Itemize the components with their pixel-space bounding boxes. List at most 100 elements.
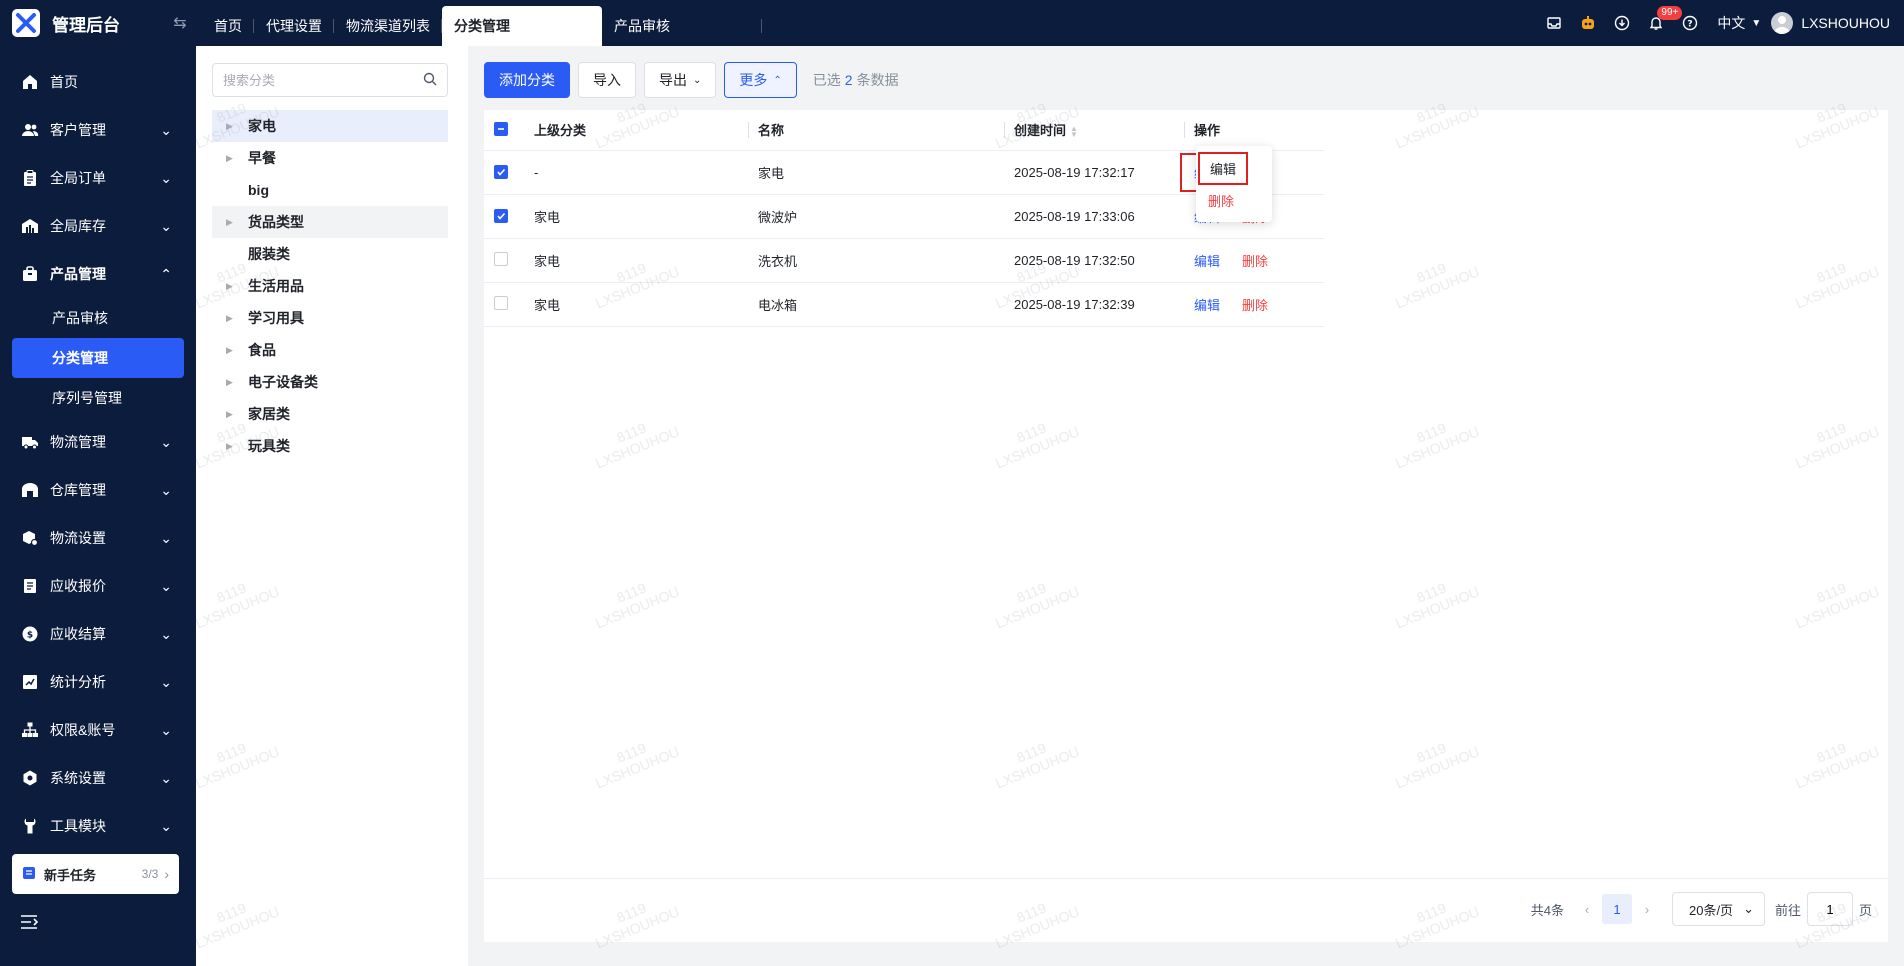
page-size-select[interactable]: 20条/页 ⌄ xyxy=(1671,892,1765,926)
help-icon[interactable]: ? xyxy=(1673,0,1707,46)
dropdown-edit-label: 编辑 xyxy=(1198,151,1249,185)
caret-right-icon[interactable]: ▶ xyxy=(226,345,238,356)
cell-name: 家电 xyxy=(748,150,1004,195)
sidebar-item-logistics-settings[interactable]: 物流设置 ⌄ xyxy=(0,514,196,562)
sort-icon[interactable]: ▲ ▼ xyxy=(1070,124,1078,138)
caret-right-icon[interactable]: ▶ xyxy=(226,217,238,228)
sidebar-item-receivable-quote[interactable]: 应收报价 ⌄ xyxy=(0,562,196,610)
row-checkbox[interactable] xyxy=(494,208,508,223)
tree-node[interactable]: ▶ 电子设备类 xyxy=(212,366,448,398)
dropdown-edit-item[interactable]: 编辑 xyxy=(1196,151,1272,185)
tree-node[interactable]: 服装类 xyxy=(212,238,448,270)
cell-actions: 编辑 删除 xyxy=(1184,238,1324,283)
tree-node[interactable]: ▶ 玩具类 xyxy=(212,430,448,462)
caret-right-icon[interactable]: ▶ xyxy=(226,441,238,452)
sidebar-item-products[interactable]: 产品管理 ⌃ xyxy=(0,250,196,298)
edit-link[interactable]: 编辑 xyxy=(1194,298,1220,313)
tree-node[interactable]: big xyxy=(212,174,448,206)
caret-right-icon[interactable]: ▶ xyxy=(226,121,238,132)
delete-link[interactable]: 删除 xyxy=(1242,254,1268,269)
sidebar-item-logistics[interactable]: 物流管理 ⌄ xyxy=(0,418,196,466)
sidebar-item-receivable-settlement[interactable]: $ 应收结算 ⌄ xyxy=(0,610,196,658)
import-button[interactable]: 导入 xyxy=(578,62,636,98)
coin-icon: $ xyxy=(20,624,40,644)
delete-link[interactable]: 删除 xyxy=(1242,298,1268,313)
page-number[interactable]: 1 xyxy=(1601,894,1632,924)
beginner-task-card[interactable]: 新手任务 3/3 › xyxy=(12,854,179,894)
inbox-icon[interactable] xyxy=(1537,0,1571,46)
menu-collapse-icon[interactable] xyxy=(20,914,39,933)
row-checkbox[interactable] xyxy=(494,251,508,266)
caret-right-icon[interactable]: ▶ xyxy=(226,153,238,164)
tab-logistics-channels[interactable]: 物流渠道列表 xyxy=(334,6,442,46)
edit-link[interactable]: 编辑 xyxy=(1194,254,1220,269)
caret-right-icon[interactable]: ▶ xyxy=(226,313,238,324)
sidebar-item-tools[interactable]: 工具模块 ⌄ xyxy=(0,802,196,850)
column-header-created[interactable]: 创建时间 ▲ ▼ xyxy=(1004,110,1184,151)
more-button[interactable]: 更多 ⌃ xyxy=(724,62,797,98)
row-checkbox[interactable] xyxy=(494,164,508,179)
bell-icon[interactable]: 99+ xyxy=(1639,0,1683,46)
language-label: 中文 xyxy=(1717,15,1746,31)
tree-node[interactable]: ▶ 货品类型 xyxy=(212,206,448,238)
pagination: 共4条 ‹ 1 › 20条/页 ⌄ 前往 页 xyxy=(1531,892,1872,926)
chart-icon xyxy=(20,672,40,692)
more-dropdown-menu: 编辑 删除 xyxy=(1196,146,1272,222)
chevron-down-icon: ⌄ xyxy=(160,769,172,786)
category-search-input[interactable] xyxy=(223,72,423,88)
select-all-cell xyxy=(484,110,524,151)
sidebar-subitem-serial-management[interactable]: 序列号管理 xyxy=(0,378,196,418)
category-search[interactable] xyxy=(212,63,448,97)
tab-product-review[interactable]: 产品审核 xyxy=(602,6,762,46)
export-button[interactable]: 导出 ⌄ xyxy=(644,62,717,98)
caret-right-icon[interactable]: ▶ xyxy=(226,409,238,420)
sidebar-item-home[interactable]: 首页 xyxy=(0,58,196,106)
goto-page-input[interactable] xyxy=(1806,892,1853,926)
box-gear-icon xyxy=(20,528,40,548)
user-menu[interactable]: LXSHOUHOU xyxy=(1771,12,1890,34)
search-icon[interactable] xyxy=(423,72,437,89)
prev-page-icon[interactable]: ‹ xyxy=(1572,894,1602,924)
sidebar-item-orders[interactable]: 全局订单 ⌄ xyxy=(0,154,196,202)
tree-node-label: 学习用具 xyxy=(248,310,304,326)
sidebar-item-inventory[interactable]: 全局库存 ⌄ xyxy=(0,202,196,250)
sidebar-item-system-settings[interactable]: 系统设置 ⌄ xyxy=(0,754,196,802)
caret-right-icon[interactable]: ▶ xyxy=(226,377,238,388)
chevron-down-icon: ⌄ xyxy=(160,529,172,546)
sidebar-item-label: 系统设置 xyxy=(50,770,106,786)
column-header-created-label: 创建时间 xyxy=(1014,123,1067,139)
tree-node[interactable]: ▶ 生活用品 xyxy=(212,270,448,302)
select-all-checkbox[interactable] xyxy=(494,122,508,137)
download-icon[interactable] xyxy=(1605,0,1639,46)
sidebar-item-warehouse[interactable]: 仓库管理 ⌄ xyxy=(0,466,196,514)
tab-category-management[interactable]: 分类管理 xyxy=(442,6,602,46)
page-size-label: 20条/页 xyxy=(1688,902,1734,918)
column-header-actions: 操作 xyxy=(1184,110,1324,151)
tree-node[interactable]: ▶ 学习用具 xyxy=(212,302,448,334)
language-select[interactable]: 中文 ▼ xyxy=(1717,13,1761,33)
add-category-button[interactable]: 添加分类 xyxy=(484,62,570,98)
next-page-icon[interactable]: › xyxy=(1632,894,1662,924)
sidebar-subitem-category-management[interactable]: 分类管理 xyxy=(12,338,184,378)
row-checkbox[interactable] xyxy=(494,295,508,310)
sidebar-item-label: 物流设置 xyxy=(50,530,106,546)
sidebar-item-label: 物流管理 xyxy=(50,434,106,450)
selection-prefix: 已选 xyxy=(812,72,841,88)
dropdown-delete-item[interactable]: 删除 xyxy=(1196,184,1272,216)
tree-node[interactable]: ▶ 食品 xyxy=(212,334,448,366)
tree-node[interactable]: ▶ 家居类 xyxy=(212,398,448,430)
caret-right-icon[interactable]: ▶ xyxy=(226,281,238,292)
sidebar-item-permissions[interactable]: 权限&账号 ⌄ xyxy=(0,706,196,754)
sidebar-item-label: 首页 xyxy=(50,74,78,90)
sidebar-item-statistics[interactable]: 统计分析 ⌄ xyxy=(0,658,196,706)
tree-node[interactable]: ▶ 家电 xyxy=(212,110,448,142)
sidebar-item-label: 应收结算 xyxy=(50,626,106,642)
tab-home[interactable]: 首页 xyxy=(202,6,254,46)
sidebar-subitem-product-review[interactable]: 产品审核 xyxy=(0,298,196,338)
tab-switch-icon[interactable]: ⇆ xyxy=(160,13,200,33)
goto-prefix: 前往 xyxy=(1774,902,1801,918)
sidebar-item-customers[interactable]: 客户管理 ⌄ xyxy=(0,106,196,154)
robot-icon[interactable] xyxy=(1571,0,1605,46)
tab-agent-settings[interactable]: 代理设置 xyxy=(254,6,334,46)
tree-node[interactable]: ▶ 早餐 xyxy=(212,142,448,174)
